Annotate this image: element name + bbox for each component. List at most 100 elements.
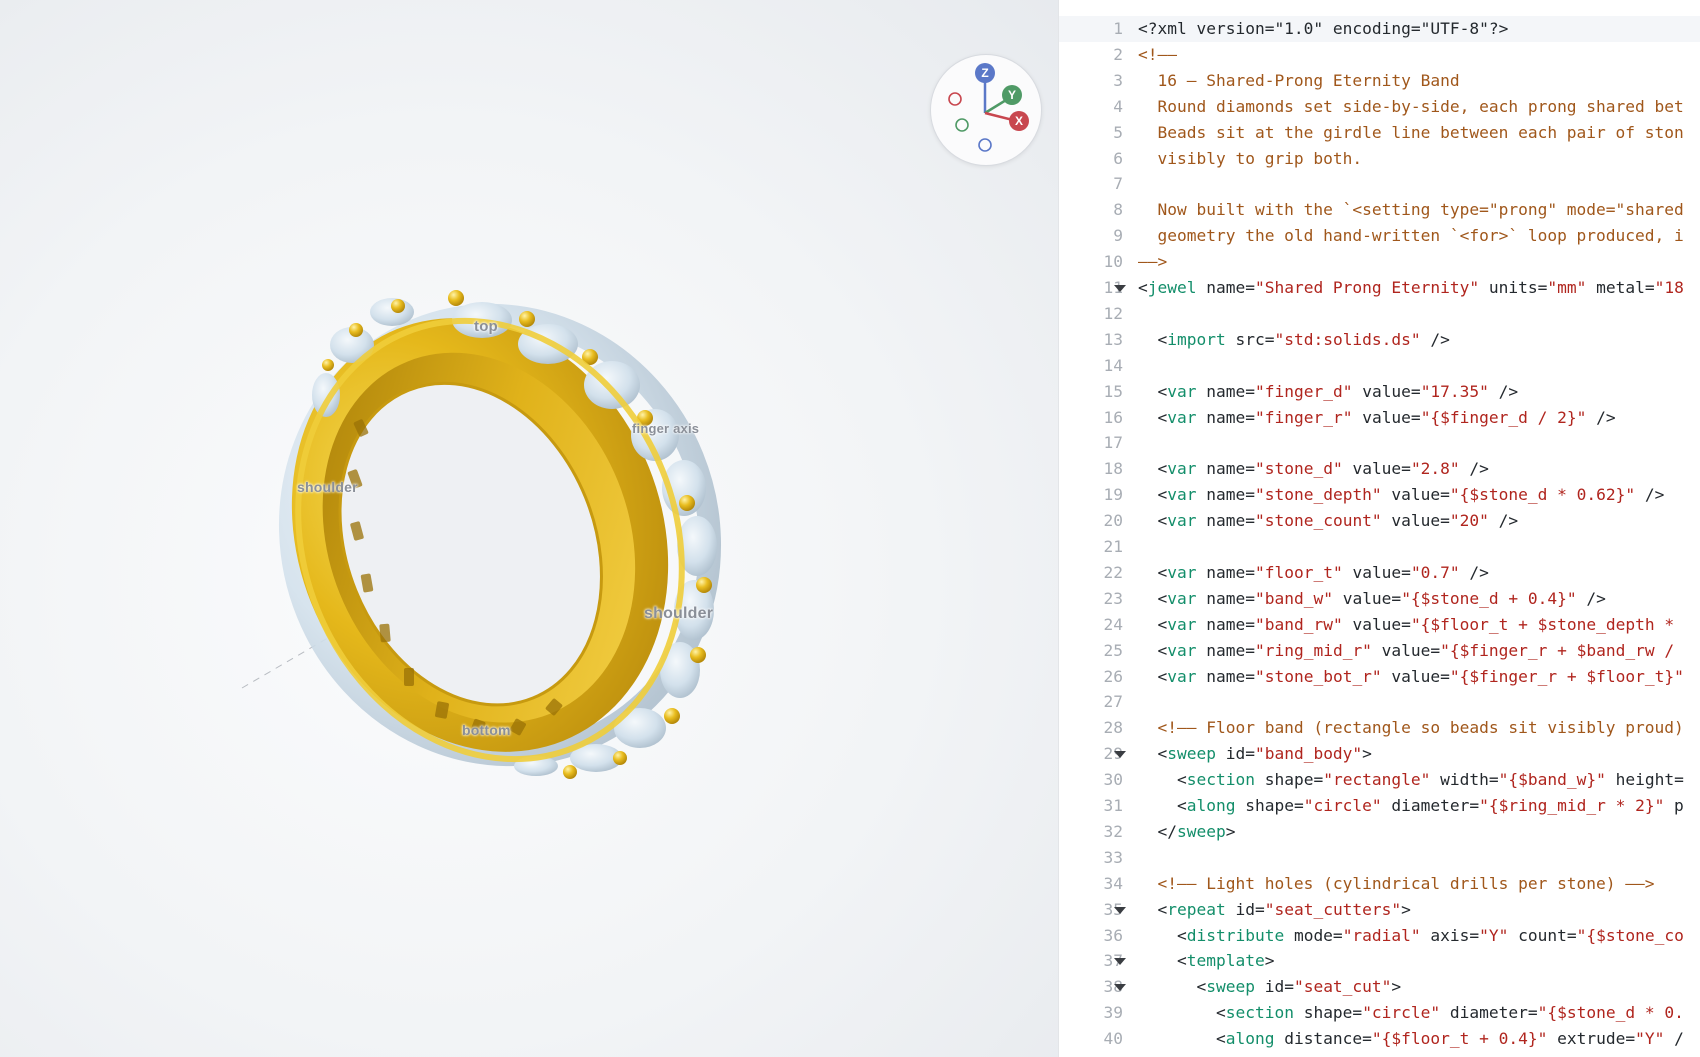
code-line[interactable]: 8 Now built with the `<setting type="pro… — [1059, 197, 1700, 223]
code-line[interactable]: 9 geometry the old hand-written `<for>` … — [1059, 223, 1700, 249]
line-number: 36 — [1103, 925, 1124, 945]
y-axis-handle[interactable]: Y — [1002, 85, 1022, 105]
code-line[interactable]: 15 <var name="finger_d" value="17.35" /> — [1059, 379, 1700, 405]
code-text: Round diamonds set side-by-side, each pr… — [1138, 94, 1683, 120]
orientation-gizmo[interactable]: Z Y X — [930, 54, 1042, 166]
ring-model[interactable] — [0, 0, 1058, 1057]
code-line[interactable]: 34 <!—— Light holes (cylindrical drills … — [1059, 871, 1700, 897]
code-line[interactable]: 39 <section shape="circle" diameter="{$s… — [1059, 1000, 1700, 1026]
code-line[interactable]: 26 <var name="stone_bot_r" value="{$fing… — [1059, 664, 1700, 690]
code-line[interactable]: 12 — [1059, 301, 1700, 327]
code-token: < — [1138, 511, 1168, 531]
code-token: < — [1138, 485, 1168, 505]
code-token: < — [1138, 459, 1168, 479]
code-token: diameter= — [1440, 1003, 1538, 1023]
fold-toggle-icon[interactable] — [1110, 897, 1126, 923]
code-line[interactable]: 14 — [1059, 353, 1700, 379]
code-line[interactable]: 36 <distribute mode="radial" axis="Y" co… — [1059, 923, 1700, 949]
x-axis-handle[interactable]: X — [1009, 111, 1029, 131]
code-text: <var name="floor_t" value="0.7" /> — [1138, 560, 1488, 586]
code-token: metal= — [1586, 278, 1655, 297]
code-token: value= — [1342, 562, 1411, 582]
neg-x-handle[interactable] — [948, 92, 962, 106]
code-line[interactable]: 32 </sweep> — [1059, 819, 1700, 845]
neg-z-handle[interactable] — [978, 138, 992, 152]
code-line[interactable]: 35 <repeat id="seat_cutters"> — [1059, 897, 1700, 923]
code-line[interactable]: 33 — [1059, 845, 1700, 871]
z-axis-handle[interactable]: Z — [975, 63, 995, 83]
line-number: 18 — [1103, 459, 1124, 479]
code-token: /> — [1420, 329, 1450, 349]
code-line[interactable]: 2 <!—— — [1059, 42, 1700, 68]
code-token: sweep — [1167, 744, 1216, 764]
code-line[interactable]: 29 <sweep id="band_body"> — [1059, 741, 1700, 767]
code-line[interactable]: 22 <var name="floor_t" value="0.7" /> — [1059, 560, 1700, 586]
code-token: var — [1167, 459, 1197, 479]
code-token: > — [1391, 977, 1402, 997]
code-line[interactable]: 19 <var name="stone_depth" value="{$ston… — [1059, 482, 1700, 508]
code-token: visibly to grip both. — [1138, 148, 1363, 168]
code-line[interactable]: 5 Beads sit at the girdle line between e… — [1059, 120, 1700, 146]
code-token: extrude= — [1547, 1029, 1636, 1049]
code-line[interactable]: 25 <var name="ring_mid_r" value="{$finge… — [1059, 638, 1700, 664]
line-number: 34 — [1103, 873, 1124, 893]
code-token: "{$finger_d / 2}" — [1420, 407, 1587, 427]
code-token: var — [1167, 588, 1197, 608]
fold-toggle-icon[interactable] — [1110, 974, 1126, 1000]
fold-toggle-icon[interactable] — [1110, 741, 1126, 767]
code-token: "{$stone_d + 0.4}" — [1401, 588, 1577, 608]
code-line[interactable]: 11 <jewel name="Shared Prong Eternity" un… — [1059, 275, 1700, 301]
fold-toggle-icon[interactable] — [1110, 275, 1126, 301]
code-token: "Y" — [1479, 925, 1509, 945]
code-token: width= — [1430, 770, 1499, 790]
code-text: <sweep id="band_body"> — [1138, 741, 1371, 767]
code-line[interactable]: 4 Round diamonds set side-by-side, each … — [1059, 94, 1700, 120]
code-line[interactable]: 37 <template> — [1059, 948, 1700, 974]
code-token: "band_body" — [1254, 744, 1363, 764]
3d-viewport[interactable]: top finger axis shoulder shoulder bottom… — [0, 0, 1058, 1057]
code-line[interactable]: 20 <var name="stone_count" value="20" /> — [1059, 508, 1700, 534]
code-text: <var name="finger_d" value="17.35" /> — [1138, 379, 1518, 405]
fold-toggle-icon[interactable] — [1110, 948, 1126, 974]
code-token: var — [1167, 562, 1197, 582]
code-line[interactable]: 6 visibly to grip both. — [1059, 146, 1700, 172]
code-line[interactable]: 17 — [1059, 430, 1700, 456]
neg-y-handle[interactable] — [955, 118, 969, 132]
code-token: > — [1264, 951, 1275, 971]
code-token: shape= — [1235, 796, 1304, 815]
code-token: name= — [1196, 278, 1255, 297]
code-text: <var name="band_rw" value="{$floor_t + $… — [1138, 612, 1674, 638]
code-token: ——> — [1138, 252, 1168, 272]
code-token: < — [1138, 796, 1187, 815]
code-line[interactable]: 21 — [1059, 534, 1700, 560]
code-token: <!—— Floor band (rectangle so beads sit … — [1138, 718, 1684, 738]
code-line[interactable]: 24 <var name="band_rw" value="{$floor_t … — [1059, 612, 1700, 638]
code-line[interactable]: 13 <import src="std:solids.ds" /> — [1059, 327, 1700, 353]
code-token: var — [1167, 614, 1197, 634]
code-line[interactable]: 40 <along distance="{$floor_t + 0.4}" ex… — [1059, 1026, 1700, 1052]
code-line[interactable]: 16 <var name="finger_r" value="{$finger_… — [1059, 405, 1700, 431]
line-number: 23 — [1103, 588, 1124, 608]
code-token: var — [1167, 511, 1197, 531]
code-line[interactable]: 27 — [1059, 689, 1700, 715]
line-number: 3 — [1113, 70, 1123, 90]
code-token: distribute — [1186, 925, 1285, 945]
code-token: /> — [1488, 381, 1519, 401]
code-line[interactable]: 3 16 — Shared-Prong Eternity Band — [1059, 68, 1700, 94]
code-token: "seat_cutters" — [1264, 899, 1402, 919]
code-line[interactable]: 23 <var name="band_w" value="{$stone_d +… — [1059, 586, 1700, 612]
code-line[interactable]: 10 ——> — [1059, 249, 1700, 275]
code-token: "{$floor_t + 0.4}" — [1371, 1029, 1548, 1049]
code-line[interactable]: 1 <?xml version="1.0" encoding="UTF-8"?> — [1059, 16, 1700, 42]
code-line[interactable]: 38 <sweep id="seat_cut"> — [1059, 974, 1700, 1000]
line-number: 39 — [1103, 1003, 1124, 1023]
code-line[interactable]: 7 — [1059, 171, 1700, 197]
code-token: < — [1138, 278, 1148, 297]
code-line[interactable]: 28 <!—— Floor band (rectangle so beads s… — [1059, 715, 1700, 741]
code-token: > — [1401, 899, 1411, 919]
code-token: var — [1167, 666, 1197, 686]
code-line[interactable]: 30 <section shape="rectangle" width="{$b… — [1059, 767, 1700, 793]
code-editor[interactable]: 1 <?xml version="1.0" encoding="UTF-8"?> 2… — [1059, 0, 1700, 1057]
code-line[interactable]: 18 <var name="stone_d" value="2.8" /> — [1059, 456, 1700, 482]
code-line[interactable]: 31 <along shape="circle" diameter="{$rin… — [1059, 793, 1700, 819]
